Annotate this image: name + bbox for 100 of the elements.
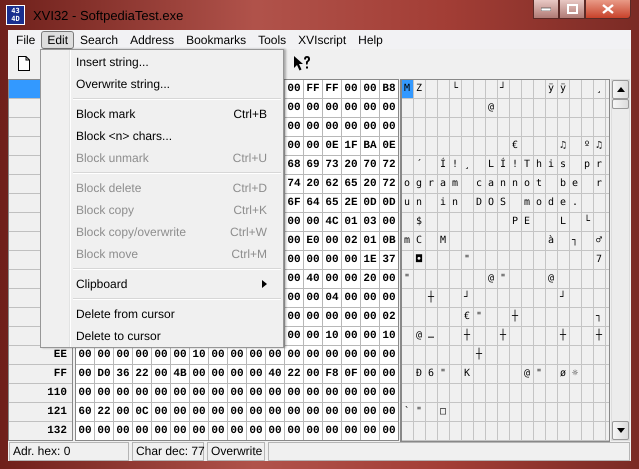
menu-item[interactable]: XVIscript bbox=[292, 30, 352, 48]
hex-cell: 0C bbox=[133, 403, 151, 421]
hex-cell: 22 bbox=[95, 403, 113, 421]
menu-item[interactable]: Search bbox=[74, 30, 124, 48]
status-panel: Overwrite bbox=[207, 442, 265, 460]
address-cell: 121 bbox=[9, 403, 72, 421]
hex-cell: 00 bbox=[76, 422, 94, 440]
address-cell: 132 bbox=[9, 422, 72, 440]
hex-cell: 00 bbox=[342, 422, 360, 440]
menu-entry[interactable]: Overwrite string... bbox=[43, 73, 281, 95]
hex-cell: 00 bbox=[361, 365, 379, 383]
scroll-up-button[interactable] bbox=[612, 80, 629, 99]
hex-cell: 0E bbox=[323, 137, 341, 155]
menu-item[interactable]: File bbox=[10, 30, 42, 48]
hex-cell: 2E bbox=[342, 194, 360, 212]
hex-cell: 00 bbox=[209, 422, 227, 440]
hex-cell: 00 bbox=[304, 346, 322, 364]
minimize-button[interactable] bbox=[533, 0, 559, 19]
ascii-row-text: € ♫ º♫ bbox=[511, 139, 609, 153]
ascii-row-text: @… ┼ ┼ ┼ ┼ bbox=[415, 328, 609, 343]
hex-cell: 00 bbox=[323, 232, 341, 250]
hex-cell: 60 bbox=[76, 403, 94, 421]
hex-cell: 00 bbox=[342, 289, 360, 307]
hex-cell: 00 bbox=[190, 384, 208, 402]
menu-entry[interactable]: Delete to cursor bbox=[43, 325, 281, 347]
hex-cell: 00 bbox=[342, 270, 360, 288]
hex-cell: 00 bbox=[76, 365, 94, 383]
hex-cell: 20 bbox=[361, 270, 379, 288]
hex-cell: 04 bbox=[323, 289, 341, 307]
hex-cell: 72 bbox=[380, 156, 398, 174]
hex-cell: 40 bbox=[266, 365, 284, 383]
hex-cell: 00 bbox=[380, 384, 398, 402]
scroll-thumb[interactable] bbox=[612, 99, 629, 109]
hex-cell: 00 bbox=[171, 384, 189, 402]
hex-cell: 01 bbox=[342, 213, 360, 231]
hex-cell: 00 bbox=[95, 422, 113, 440]
hex-cell: 00 bbox=[152, 422, 170, 440]
hex-cell: 1E bbox=[361, 251, 379, 269]
hex-cell: 00 bbox=[285, 422, 303, 440]
hex-cell: 20 bbox=[361, 175, 379, 193]
hex-cell: 00 bbox=[285, 403, 303, 421]
hex-cell: 00 bbox=[304, 403, 322, 421]
hex-cell: 00 bbox=[323, 118, 341, 136]
hex-cell: E0 bbox=[304, 232, 322, 250]
address-cell: 110 bbox=[9, 384, 72, 402]
hex-cell: 00 bbox=[380, 118, 398, 136]
hex-cell: 00 bbox=[380, 289, 398, 307]
submenu-arrow-icon bbox=[262, 280, 267, 288]
hex-cell: 00 bbox=[342, 99, 360, 117]
new-file-icon[interactable] bbox=[18, 56, 30, 71]
hex-cell: 00 bbox=[266, 422, 284, 440]
hex-cell: 00 bbox=[380, 270, 398, 288]
help-cursor-icon[interactable] bbox=[293, 55, 311, 72]
hex-cell: 20 bbox=[342, 156, 360, 174]
hex-cell: 0D bbox=[380, 194, 398, 212]
hex-cell: 68 bbox=[285, 156, 303, 174]
close-button[interactable] bbox=[585, 0, 631, 19]
hex-cell: 73 bbox=[323, 156, 341, 174]
hex-cell: 00 bbox=[247, 365, 265, 383]
hex-cell: 0F bbox=[342, 365, 360, 383]
menu-item[interactable]: Bookmarks bbox=[180, 30, 252, 48]
menu-entry[interactable]: Block mark Ctrl+B bbox=[43, 103, 281, 125]
hex-cell: 00 bbox=[285, 327, 303, 345]
up-arrow-icon bbox=[616, 87, 624, 92]
hex-cell: 00 bbox=[285, 384, 303, 402]
hex-cell: 69 bbox=[304, 156, 322, 174]
hex-cell: 00 bbox=[304, 308, 322, 326]
hex-cell: D0 bbox=[95, 365, 113, 383]
hex-cell: 00 bbox=[171, 403, 189, 421]
hex-cell: 4B bbox=[171, 365, 189, 383]
hex-cell: FF bbox=[304, 80, 322, 98]
hex-cell: 00 bbox=[114, 403, 132, 421]
hex-cell: 40 bbox=[304, 270, 322, 288]
ascii-row-text: mC M à ┐ ♂ bbox=[403, 234, 609, 248]
menu-entry[interactable]: Insert string... bbox=[43, 51, 281, 73]
hex-cell: 1F bbox=[342, 137, 360, 155]
menu-entry[interactable]: Clipboard bbox=[43, 273, 281, 295]
hex-cell: 00 bbox=[190, 422, 208, 440]
menu-entry[interactable]: Block <n> chars... bbox=[43, 125, 281, 147]
menu-entry[interactable]: Delete from cursor bbox=[43, 303, 281, 325]
ascii-row-text: ´ Í!¸ LÍ!This pr bbox=[415, 156, 609, 172]
scroll-down-button[interactable] bbox=[612, 421, 629, 440]
hex-cell: 00 bbox=[342, 346, 360, 364]
hex-cell: 00 bbox=[285, 118, 303, 136]
menu-item[interactable]: Address bbox=[124, 30, 180, 48]
hex-cell: B8 bbox=[380, 80, 398, 98]
menu-item[interactable]: Help bbox=[352, 30, 389, 48]
menu-item[interactable]: Edit bbox=[41, 30, 74, 48]
menu-item[interactable]: Tools bbox=[252, 30, 292, 48]
hex-cell: 00 bbox=[152, 403, 170, 421]
ascii-row-text: Ð6" K @" ø☼ bbox=[415, 367, 586, 381]
hex-cell: 36 bbox=[114, 365, 132, 383]
scrollbar[interactable] bbox=[611, 79, 630, 441]
hex-cell: 6F bbox=[285, 194, 303, 212]
hex-cell: BA bbox=[361, 137, 379, 155]
hex-cell: 00 bbox=[361, 422, 379, 440]
maximize-icon bbox=[566, 4, 578, 14]
hex-cell: 72 bbox=[380, 175, 398, 193]
hex-cell: 20 bbox=[304, 175, 322, 193]
maximize-button[interactable] bbox=[559, 0, 585, 19]
